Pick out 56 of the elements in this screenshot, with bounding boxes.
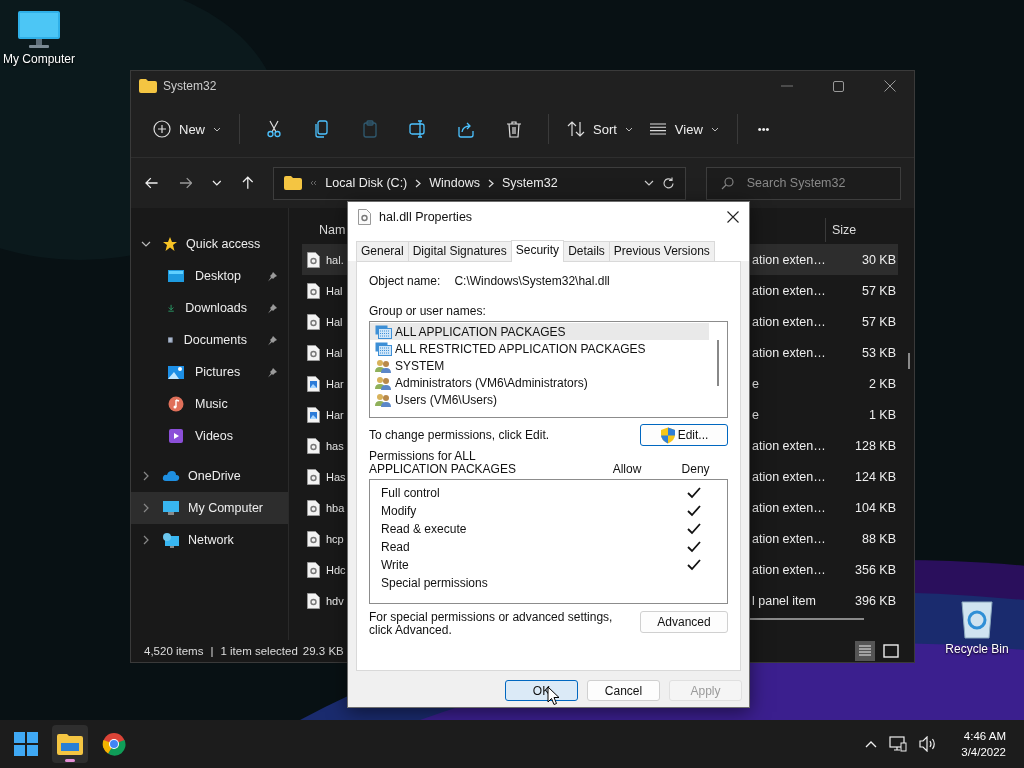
change-hint: To change permissions, click Edit. <box>369 428 550 442</box>
file-size: 128 KB <box>854 438 897 453</box>
permission-name: Read & execute <box>381 522 468 536</box>
file-name: hdv <box>326 594 344 607</box>
file-type: ation exten… <box>752 345 827 360</box>
file-name: Hal <box>326 284 343 297</box>
dialog-title: hal.dll Properties <box>379 209 473 224</box>
permission-name: Full control <box>381 486 441 500</box>
deny-column-header: Deny <box>680 462 711 476</box>
file-type: ation exten… <box>752 562 827 577</box>
file-type: e <box>752 407 760 422</box>
permission-name: Read <box>381 540 411 554</box>
file-name: has <box>326 439 344 452</box>
advanced-hint: For special permissions or advanced settings, click Advanced. <box>369 611 614 637</box>
file-name: Hal <box>326 346 343 359</box>
file-type: ation exten… <box>752 438 827 453</box>
selection-info: 1 item selected <box>220 645 298 657</box>
object-name-label: Object name: <box>369 274 441 288</box>
item-count: 4,520 items <box>144 645 204 657</box>
file-name: Har <box>326 377 344 390</box>
selection-size: 29.3 KB <box>302 645 344 657</box>
window-title: System32 <box>163 79 217 93</box>
file-name: Har <box>326 408 344 421</box>
group-list-label: Group or user names: <box>369 304 487 318</box>
file-type: ation exten… <box>752 469 827 484</box>
file-type: ation exten… <box>752 531 827 546</box>
file-name: hal. <box>326 253 344 266</box>
file-size: 53 KB <box>860 345 897 360</box>
file-size: 396 KB <box>854 593 897 608</box>
file-size: 57 KB <box>860 314 897 329</box>
object-name-value: C:\Windows\System32\hal.dll <box>454 274 610 288</box>
file-name: Has <box>326 470 346 483</box>
file-size: 2 KB <box>867 376 897 391</box>
file-type: ation exten… <box>752 500 827 515</box>
file-size: 356 KB <box>854 562 897 577</box>
file-size: 104 KB <box>854 500 897 515</box>
file-type: ation exten… <box>752 252 827 267</box>
file-name: hcp <box>326 532 344 545</box>
file-size: 124 KB <box>854 469 897 484</box>
file-type: ation exten… <box>752 283 827 298</box>
file-size: 88 KB <box>860 531 897 546</box>
permissions-title: Permissions for ALL APPLICATION PACKAGES <box>369 450 517 476</box>
file-type: e <box>752 376 760 391</box>
file-size: 57 KB <box>860 283 897 298</box>
permission-name: Special permissions <box>381 576 489 590</box>
file-type: ation exten… <box>752 314 827 329</box>
allow-column-header: Allow <box>611 462 643 476</box>
file-name: Hal <box>326 315 343 328</box>
file-size: 1 KB <box>867 407 897 422</box>
status-separator: | <box>210 645 214 657</box>
file-type: l panel item <box>752 593 817 608</box>
permission-name: Write <box>381 558 410 572</box>
file-size: 30 KB <box>860 252 897 267</box>
file-name: Hdc <box>326 563 346 576</box>
permission-name: Modify <box>381 504 418 518</box>
file-name: hba <box>326 501 345 514</box>
